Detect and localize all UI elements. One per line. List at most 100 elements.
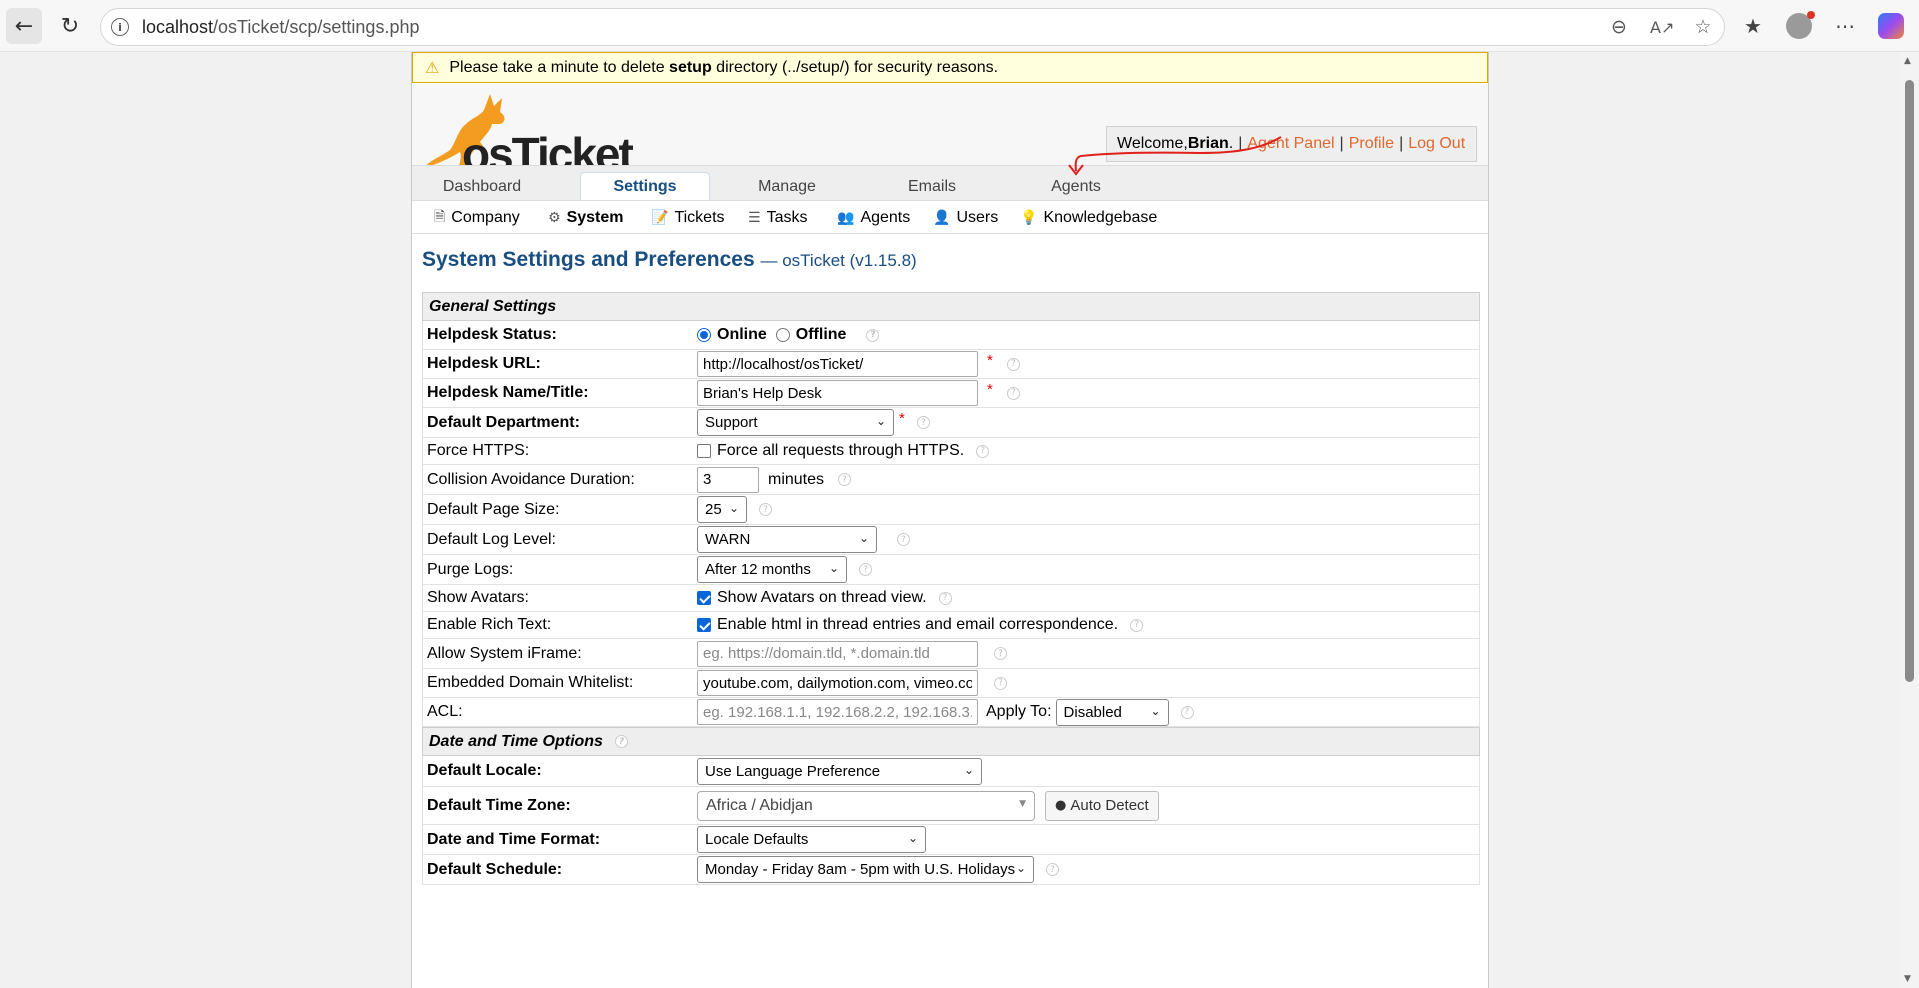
user-name: Brian [1187, 135, 1229, 152]
force-https-text: Force all requests through HTTPS. [717, 442, 965, 459]
row-collision-duration: Collision Avoidance Duration: minutes ? [422, 465, 1480, 495]
help-icon[interactable]: ? [1006, 357, 1020, 371]
acl-apply-select[interactable]: Disabled ⌄ [1055, 698, 1169, 726]
domain-whitelist-input[interactable] [697, 670, 978, 696]
chevron-down-icon: ⌄ [875, 414, 886, 428]
label-log-level: Default Log Level: [427, 530, 556, 548]
osticket-logo[interactable]: osTicket [420, 90, 650, 176]
favorite-star-icon[interactable]: ☆ [1692, 16, 1714, 38]
acl-input[interactable] [697, 699, 978, 725]
timezone-select[interactable]: Africa / Abidjan ▼ [697, 790, 1035, 821]
tab-agents[interactable]: Agents [1026, 172, 1126, 201]
tab-manage[interactable]: Manage [737, 172, 837, 201]
zoom-out-icon[interactable]: ⊖ [1608, 16, 1630, 38]
label-default-department: Default Department: [427, 413, 580, 431]
agent-panel-link[interactable]: Agent Panel [1247, 135, 1334, 153]
scroll-up-arrow-icon[interactable]: ▲ [1904, 56, 1911, 66]
page-size-select[interactable]: 25 ⌄ [697, 496, 747, 523]
help-icon[interactable]: ? [938, 591, 952, 605]
default-schedule-select[interactable]: Monday - Friday 8am - 5pm with U.S. Holi… [697, 856, 1034, 883]
chevron-down-icon: ⌄ [1015, 861, 1026, 875]
url-host: localhost [142, 16, 214, 37]
page-scrollbar[interactable]: ▲ ▼ [1900, 52, 1919, 988]
help-icon[interactable]: ? [916, 416, 930, 429]
row-default-locale: Default Locale: Use Language Preference ⌄ [422, 756, 1480, 787]
profile-avatar-icon[interactable] [1786, 11, 1815, 39]
scroll-thumb[interactable] [1905, 80, 1914, 682]
subnav-knowledgebase[interactable]: 💡 Knowledgebase [1020, 201, 1157, 234]
radio-offline[interactable] [775, 328, 790, 342]
help-icon[interactable]: ? [859, 563, 872, 576]
url-text[interactable]: localhost/osTicket/scp/settings.php [142, 17, 419, 38]
chevron-down-icon: ⌄ [828, 561, 839, 575]
copilot-icon[interactable] [1878, 13, 1904, 39]
help-icon[interactable]: ? [614, 735, 628, 748]
subnav-company[interactable]: 🗎 Company [434, 201, 520, 234]
subnav-users[interactable]: 👤 Users [933, 201, 998, 234]
select-value: Support [705, 414, 758, 431]
help-icon[interactable]: ? [897, 533, 910, 546]
default-department-select[interactable]: Support ⌄ [697, 409, 894, 436]
help-icon[interactable]: ? [994, 676, 1007, 690]
help-icon[interactable]: ? [994, 647, 1007, 660]
help-icon[interactable]: ? [866, 328, 880, 342]
more-menu-icon[interactable]: ⋯ [1832, 14, 1858, 38]
favorites-icon[interactable]: ★ [1740, 14, 1766, 38]
collision-duration-input[interactable] [697, 466, 759, 493]
label-force-https: Force HTTPS: [427, 442, 530, 459]
tab-dashboard[interactable]: Dashboard [432, 172, 532, 201]
label-rich-text: Enable Rich Text: [427, 616, 552, 633]
helpdesk-url-input[interactable] [697, 351, 978, 377]
tab-settings[interactable]: Settings [580, 172, 710, 201]
back-arrow-icon[interactable]: ← [6, 8, 42, 44]
subnav-system[interactable]: ⚙ System [548, 201, 623, 234]
scroll-down-arrow-icon[interactable]: ▼ [1904, 974, 1911, 984]
row-show-avatars: Show Avatars: Show Avatars on thread vie… [422, 585, 1480, 612]
purge-logs-select[interactable]: After 12 months ⌄ [697, 556, 847, 583]
force-https-checkbox[interactable] [697, 444, 711, 458]
ticket-icon: 📝 [651, 209, 669, 226]
logout-link[interactable]: Log Out [1408, 135, 1465, 153]
radio-online[interactable] [697, 328, 711, 342]
help-icon[interactable]: ? [976, 444, 990, 458]
read-aloud-icon[interactable]: A↗ [1650, 18, 1674, 37]
address-bar[interactable]: i localhost/osTicket/scp/settings.php ⊖ … [100, 8, 1725, 46]
subnav-label: System [566, 208, 624, 226]
section-date-time-options: Date and Time Options? [422, 727, 1480, 756]
date-time-format-select[interactable]: Locale Defaults ⌄ [697, 826, 926, 853]
auto-detect-button[interactable]: ● Auto Detect [1045, 790, 1159, 821]
help-icon[interactable]: ? [759, 503, 772, 516]
help-icon[interactable]: ? [1130, 618, 1144, 632]
label-online: Online [717, 326, 767, 343]
help-icon[interactable]: ? [1046, 863, 1059, 876]
log-level-select[interactable]: WARN ⌄ [697, 526, 877, 553]
helpdesk-name-input[interactable] [697, 380, 978, 406]
reload-icon[interactable]: ↻ [52, 8, 88, 44]
help-icon[interactable]: ? [838, 473, 852, 486]
subnav-tickets[interactable]: 📝 Tickets [651, 201, 725, 234]
profile-link[interactable]: Profile [1349, 135, 1394, 153]
subnav-agents[interactable]: 👥 Agents [837, 201, 910, 234]
help-icon[interactable]: ? [1180, 705, 1194, 719]
separator: | [1339, 135, 1344, 152]
site-info-icon[interactable]: i [111, 18, 129, 36]
tab-emails[interactable]: Emails [882, 172, 982, 201]
subnav-label: Company [451, 208, 520, 226]
subnav-tasks[interactable]: ☰ Tasks [748, 201, 807, 234]
rich-text-checkbox[interactable] [697, 618, 711, 632]
chevron-down-icon: ⌄ [728, 501, 739, 515]
label-page-size: Default Page Size: [427, 500, 560, 518]
agents-icon: 👥 [837, 209, 855, 226]
default-locale-select[interactable]: Use Language Preference ⌄ [697, 757, 982, 785]
show-avatars-checkbox[interactable] [697, 591, 711, 605]
select-value: Africa / Abidjan [706, 796, 813, 814]
select-value: Disabled [1063, 703, 1122, 721]
required-marker: * [899, 410, 905, 427]
document-icon: 🗎 [434, 208, 446, 225]
row-default-schedule: Default Schedule: Monday - Friday 8am - … [422, 855, 1480, 885]
help-icon[interactable]: ? [1006, 386, 1020, 400]
row-default-department: Default Department: Support ⌄ * ? [422, 408, 1480, 438]
warning-icon: ⚠ [425, 58, 440, 77]
system-iframe-input[interactable] [697, 640, 978, 667]
page-viewport: ⚠ Please take a minute to delete setup d… [0, 52, 1900, 988]
